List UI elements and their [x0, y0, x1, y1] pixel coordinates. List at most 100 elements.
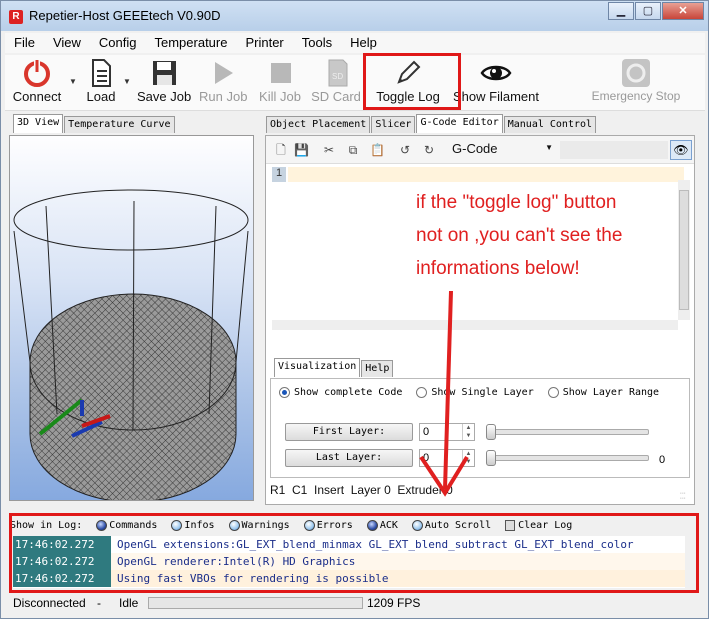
editor-toolbar: 🗋 💾 ✂ ⧉ 📋 ↺ ↻ G-Code ▼ 👁: [266, 136, 694, 164]
emergency-stop-button[interactable]: Emergency Stop: [589, 57, 683, 109]
save-icon[interactable]: 💾: [294, 143, 309, 157]
line-number: 1: [272, 167, 286, 182]
show-filament-button[interactable]: Show Filament: [453, 57, 539, 109]
main-toolbar: Connect ▼ Load ▼ Save Job Run Job Kill J…: [5, 55, 705, 111]
print-bed-render: [13, 189, 249, 503]
menu-help[interactable]: Help: [341, 33, 386, 53]
annotation-arrow: [419, 290, 469, 497]
menu-file[interactable]: File: [5, 33, 44, 53]
3d-view-canvas[interactable]: [9, 135, 254, 503]
radio-show-complete-code[interactable]: Show complete Code: [279, 387, 402, 398]
cursor-row: R1: [270, 483, 286, 497]
tab-object-placement[interactable]: Object Placement: [266, 116, 371, 133]
current-layer: Layer 0: [350, 483, 391, 497]
sd-card-label: SD Card: [311, 89, 361, 104]
redo-icon[interactable]: ↻: [422, 143, 436, 157]
first-layer-slider[interactable]: [486, 424, 649, 440]
close-button[interactable]: ✕: [662, 2, 704, 20]
connect-label: Connect: [12, 89, 62, 104]
sd-card-button[interactable]: SD SD Card: [311, 57, 361, 109]
menu-tools[interactable]: Tools: [293, 33, 341, 53]
load-label: Load: [86, 89, 116, 104]
app-window: R Repetier-Host GEEEtech V0.90D ▁ ▢ ✕ Fi…: [0, 0, 709, 619]
window-title: Repetier-Host GEEEtech V0.90D: [29, 8, 221, 23]
eye-icon: [480, 65, 512, 81]
eye-toggle-icon[interactable]: 👁: [670, 140, 692, 160]
run-job-label: Run Job: [199, 89, 248, 104]
slider-knob[interactable]: [486, 450, 496, 466]
title-bar: R Repetier-Host GEEEtech V0.90D ▁ ▢ ✕: [1, 1, 708, 31]
document-icon: [92, 59, 111, 87]
menu-printer[interactable]: Printer: [236, 33, 292, 53]
cursor-col: C1: [292, 483, 308, 497]
load-dropdown-icon[interactable]: ▼: [123, 77, 131, 86]
last-layer-slider-value: 0: [659, 454, 666, 466]
stop-icon: [271, 63, 291, 83]
run-job-button[interactable]: Run Job: [199, 57, 247, 109]
current-line-highlight: [288, 167, 684, 182]
app-logo-icon: R: [9, 10, 23, 24]
tab-slicer[interactable]: Slicer: [371, 116, 416, 133]
status-bar: Disconnected - Idle 1209 FPS: [1, 593, 708, 613]
resize-grip-icon[interactable]: ∙∙∙ ∙∙∙: [680, 490, 690, 502]
slider-knob[interactable]: [486, 424, 496, 440]
tab-temperature-curve[interactable]: Temperature Curve: [64, 116, 175, 133]
printer-state: Idle: [119, 596, 139, 610]
print-progress-bar: [148, 597, 363, 609]
first-layer-button[interactable]: First Layer:: [285, 423, 413, 441]
tab-gcode-editor[interactable]: G-Code Editor: [416, 114, 503, 133]
minimize-button[interactable]: ▁: [608, 2, 634, 20]
load-button[interactable]: Load: [81, 57, 121, 109]
power-icon: [24, 59, 50, 87]
annotation-note: if the "toggle log" button not on ,you c…: [416, 186, 691, 285]
radio-label: Show complete Code: [294, 387, 403, 398]
annotation-line-1: if the "toggle log" button: [416, 192, 617, 213]
sd-card-icon: SD: [328, 59, 348, 87]
visualization-tab-strip: Visualization Help: [274, 358, 394, 377]
kill-job-button[interactable]: Kill Job: [257, 57, 303, 109]
cut-icon[interactable]: ✂: [322, 143, 336, 157]
connect-button[interactable]: Connect: [11, 57, 63, 109]
new-file-icon[interactable]: 🗋: [274, 143, 288, 157]
paste-icon[interactable]: 📋: [370, 143, 385, 157]
connection-status: Disconnected: [13, 596, 86, 610]
play-icon: [215, 62, 233, 84]
status-separator: -: [97, 596, 101, 610]
copy-icon[interactable]: ⧉: [346, 143, 360, 157]
menu-bar: File View Config Temperature Printer Too…: [5, 33, 705, 53]
floppy-disk-icon: [153, 61, 176, 85]
save-job-button[interactable]: Save Job: [137, 57, 191, 109]
annotation-line-2: not on ,you can't see the: [416, 225, 623, 246]
save-job-label: Save Job: [137, 89, 192, 104]
menu-temperature[interactable]: Temperature: [145, 33, 236, 53]
tab-help[interactable]: Help: [361, 360, 394, 377]
editor-toolbar-spacer: [560, 141, 668, 159]
maximize-button[interactable]: ▢: [635, 2, 661, 20]
show-filament-label: Show Filament: [453, 89, 539, 104]
gcode-file-select[interactable]: G-Code ▼: [449, 141, 557, 159]
menu-view[interactable]: View: [44, 33, 90, 53]
chevron-down-icon: ▼: [545, 143, 553, 152]
last-layer-slider[interactable]: [486, 450, 649, 466]
emergency-stop-label: Emergency Stop: [591, 89, 681, 103]
menu-config[interactable]: Config: [90, 33, 146, 53]
radio-selected-icon: [279, 387, 290, 398]
left-tab-strip: 3D View Temperature Curve: [13, 114, 176, 133]
undo-icon[interactable]: ↺: [398, 143, 412, 157]
radio-show-layer-range[interactable]: Show Layer Range: [547, 387, 660, 398]
fps-readout: 1209 FPS: [367, 596, 421, 610]
radio-label: Show Layer Range: [562, 387, 660, 398]
emergency-stop-icon: [622, 59, 650, 87]
log-highlight-box: [9, 513, 699, 593]
annotation-line-3: informations below!: [416, 258, 580, 279]
tab-visualization[interactable]: Visualization: [274, 358, 361, 377]
radio-empty-icon: [547, 387, 559, 398]
tab-3d-view[interactable]: 3D View: [13, 114, 64, 133]
insert-mode: Insert: [314, 483, 345, 497]
toggle-log-highlight-box: [363, 53, 461, 110]
tab-manual-control[interactable]: Manual Control: [503, 116, 597, 133]
kill-job-label: Kill Job: [259, 89, 301, 104]
connect-dropdown-icon[interactable]: ▼: [69, 77, 77, 86]
last-layer-button[interactable]: Last Layer:: [285, 449, 413, 467]
right-tab-strip: Object Placement Slicer G-Code Editor Ma…: [266, 114, 597, 133]
